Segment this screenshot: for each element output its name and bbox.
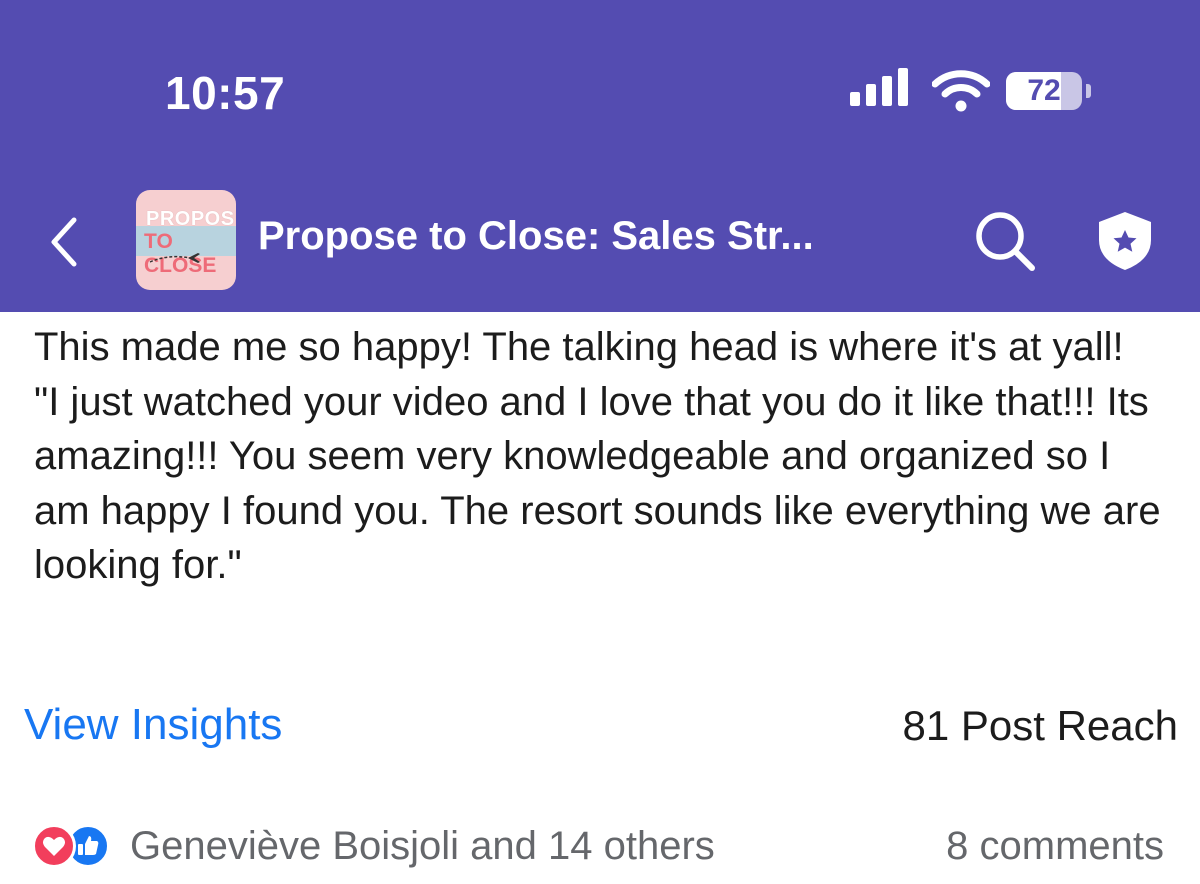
status-time: 10:57	[165, 67, 286, 119]
view-insights-link[interactable]: View Insights	[24, 700, 282, 750]
chevron-left-icon[interactable]	[44, 214, 84, 270]
app-header: 10:57 72 PROPOSE TO CLOSE	[0, 0, 1200, 312]
post-line: This made me so happy! The talking head …	[34, 325, 1124, 369]
love-reaction-icon	[32, 824, 76, 868]
search-icon[interactable]	[972, 208, 1038, 274]
battery-nub	[1086, 84, 1091, 98]
group-nav-bar: PROPOSE TO CLOSE Propose to Close: Sales…	[0, 190, 1200, 290]
battery-level: 72	[1027, 74, 1061, 107]
battery-indicator: 72	[1006, 72, 1082, 110]
admin-shield-icon[interactable]	[1096, 210, 1154, 272]
group-title[interactable]: Propose to Close: Sales Str...	[258, 214, 814, 259]
post-reach: 81 Post Reach	[902, 702, 1178, 749]
airplane-icon	[149, 253, 200, 263]
reactions-count-text: Geneviève Boisjoli and 14 others	[130, 824, 715, 868]
post-quote: "I just watched your video and I love th…	[34, 379, 1161, 588]
cellular-signal-icon	[850, 68, 912, 108]
post-text: This made me so happy! The talking head …	[34, 320, 1174, 593]
wifi-icon	[932, 70, 990, 112]
group-avatar[interactable]: PROPOSE TO CLOSE	[136, 190, 236, 290]
avatar-logo-line1: PROPOSE	[146, 208, 236, 230]
comments-count[interactable]: 8 comments	[946, 824, 1164, 869]
